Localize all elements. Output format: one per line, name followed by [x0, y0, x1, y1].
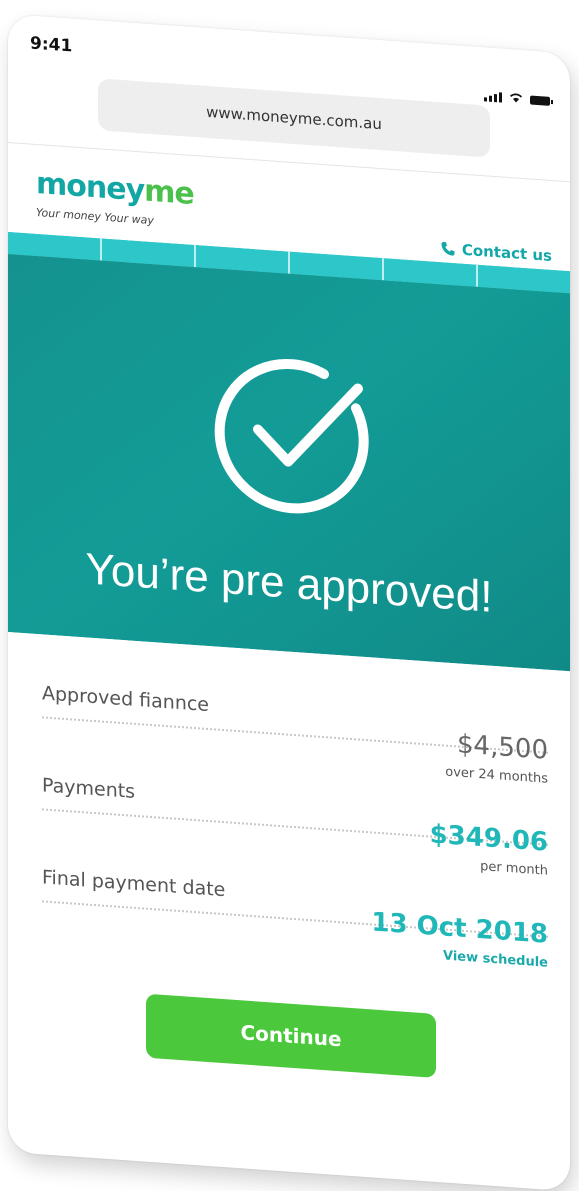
moneyme-logo[interactable]: moneyme — [36, 166, 194, 212]
system-icons — [484, 89, 550, 106]
logo-text-money: money — [36, 165, 145, 209]
signal-icon — [484, 91, 502, 103]
logo-text-me: me — [144, 173, 194, 212]
contact-us-link[interactable]: Contact us — [440, 239, 552, 265]
wifi-icon — [510, 93, 522, 103]
address-bar[interactable]: www.moneyme.com.au — [98, 78, 490, 158]
payments-value: $349.06 — [429, 819, 548, 858]
check-circle-icon — [214, 359, 369, 514]
phone-frame: 9:41 www.moneyme.com.au moneyme Your mon… — [8, 14, 570, 1191]
loan-details: Approved fiannce $4,500 over 24 months P… — [8, 632, 570, 1092]
approved-finance-label: Approved fiannce — [42, 682, 210, 717]
logo-tagline: Your money Your way — [36, 205, 154, 228]
final-payment-label: Final payment date — [42, 866, 226, 902]
approval-hero: You’re pre approved! — [8, 254, 570, 672]
view-schedule-link[interactable]: View schedule — [443, 948, 548, 970]
continue-button[interactable]: Continue — [146, 993, 436, 1078]
contact-us-label: Contact us — [461, 240, 552, 266]
finance-term: over 24 months — [445, 764, 548, 787]
status-time: 9:41 — [30, 33, 73, 57]
final-payment-date: 13 Oct 2018 — [371, 907, 548, 950]
battery-icon — [530, 95, 550, 106]
payments-label: Payments — [42, 774, 136, 803]
pre-approved-heading: You’re pre approved! — [85, 544, 493, 622]
approved-finance-value: $4,500 — [457, 729, 548, 766]
payment-frequency: per month — [480, 859, 548, 879]
phone-icon — [441, 241, 455, 256]
